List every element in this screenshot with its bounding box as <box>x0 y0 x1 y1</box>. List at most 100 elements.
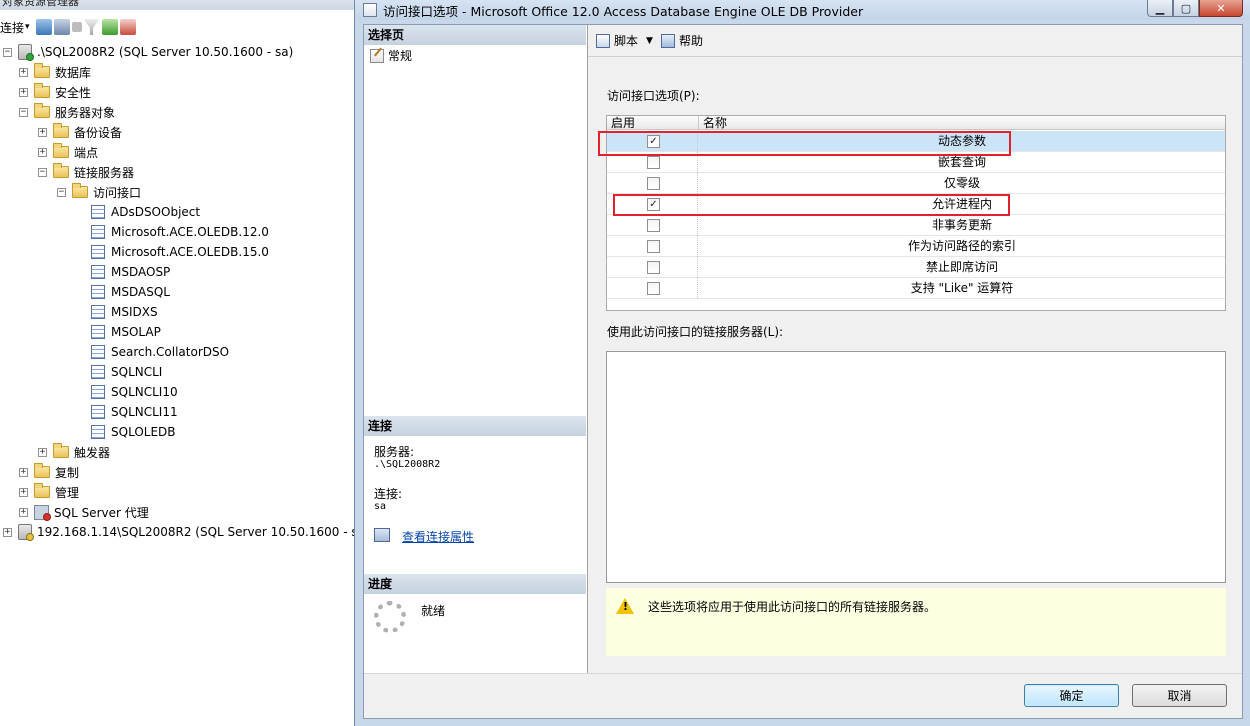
collapse-icon[interactable]: − <box>3 47 12 57</box>
script-button[interactable]: 脚本 <box>596 32 638 49</box>
dialog-left-panel: 选择页 常规 连接 服务器: .\SQL2008R2 连接: sa 查看连接属性… <box>364 25 588 718</box>
dialog-client: 选择页 常规 连接 服务器: .\SQL2008R2 连接: sa 查看连接属性… <box>363 24 1243 719</box>
connect-button[interactable]: 连接 ▾ <box>0 18 30 36</box>
tree-node-provider[interactable]: SQLNCLI11 <box>91 402 178 422</box>
tree-node-label: 服务器对象 <box>55 105 116 120</box>
option-name: 作为访问路径的索引 <box>907 239 1016 253</box>
tree-node-provider[interactable]: MSDASQL <box>91 282 170 302</box>
enable-checkbox[interactable] <box>647 261 660 274</box>
dialog-right-panel: 脚本 ▼ 帮助 访问接口选项(P): 启用 名称 ✓ 动态参数 嵌套查询 仅零级… <box>588 25 1242 673</box>
select-page-header: 选择页 <box>364 25 586 45</box>
provider-icon <box>91 225 105 239</box>
disconnect-icon[interactable] <box>53 19 70 35</box>
help-label: 帮助 <box>678 34 703 48</box>
collapse-icon[interactable]: − <box>19 107 28 117</box>
tree-node-management[interactable]: + 管理 <box>19 482 79 502</box>
tree-node-provider[interactable]: Microsoft.ACE.OLEDB.15.0 <box>91 242 269 262</box>
expand-icon[interactable]: + <box>38 147 47 157</box>
progress-status: 就绪 <box>421 604 446 618</box>
expand-icon[interactable]: + <box>38 447 47 457</box>
tree-node-linked-servers[interactable]: − 链接服务器 <box>38 162 134 182</box>
minimize-button[interactable]: ▁ <box>1147 0 1173 17</box>
maximize-button[interactable]: ▢ <box>1173 0 1199 17</box>
tree-node-server-objects[interactable]: − 服务器对象 <box>19 102 115 122</box>
expand-icon[interactable]: + <box>19 487 28 497</box>
tree-node-server-remote[interactable]: + 192.168.1.14\SQL2008R2 (SQL Server 10.… <box>3 522 356 542</box>
dialog-titlebar[interactable]: 访问接口选项 - Microsoft Office 12.0 Access Da… <box>355 0 1250 20</box>
explorer-title: 对象资源管理器 <box>0 0 356 10</box>
enable-checkbox[interactable] <box>647 177 660 190</box>
close-button[interactable]: ✕ <box>1199 0 1243 17</box>
expand-icon[interactable]: + <box>38 127 47 137</box>
stop-icon[interactable] <box>71 22 82 32</box>
expand-icon[interactable]: + <box>19 67 28 77</box>
tree-node-security[interactable]: + 安全性 <box>19 82 91 102</box>
page-general[interactable]: 常规 <box>370 47 412 64</box>
grid-row[interactable]: 支持 "Like" 运算符 <box>607 278 1225 299</box>
connect-label: 连接 <box>0 20 25 35</box>
tree-node-provider[interactable]: MSDAOSP <box>91 262 170 282</box>
expand-icon[interactable]: + <box>19 467 28 477</box>
cancel-button[interactable]: 取消 <box>1132 684 1227 707</box>
collapse-icon[interactable]: − <box>57 187 66 197</box>
provider-icon <box>91 405 105 419</box>
grid-row[interactable]: 非事务更新 <box>607 215 1225 236</box>
linked-servers-list[interactable] <box>606 351 1226 583</box>
grid-header: 启用 名称 <box>607 116 1225 130</box>
tree-node-server[interactable]: − .\SQL2008R2 (SQL Server 10.50.1600 - s… <box>3 42 293 62</box>
tree-node-label: 数据库 <box>55 65 92 80</box>
tree-node-provider[interactable]: ADsDSOObject <box>91 202 200 222</box>
folder-icon <box>34 103 50 118</box>
expand-icon[interactable]: + <box>3 527 12 537</box>
tree-node-label: MSDAOSP <box>111 265 171 279</box>
tree-node-replication[interactable]: + 复制 <box>19 462 79 482</box>
activity-monitor-icon[interactable] <box>119 19 136 35</box>
tree-node-label: .\SQL2008R2 (SQL Server 10.50.1600 - sa) <box>37 45 294 59</box>
tree-node-provider[interactable]: SQLNCLI <box>91 362 162 382</box>
tree-node-provider[interactable]: MSOLAP <box>91 322 161 342</box>
grid-row[interactable]: 禁止即席访问 <box>607 257 1225 278</box>
tree-node-backup-devices[interactable]: + 备份设备 <box>38 122 122 142</box>
expand-icon[interactable]: + <box>19 87 28 97</box>
connect-server-icon[interactable] <box>35 19 52 35</box>
tree-node-sql-agent[interactable]: + SQL Server 代理 <box>19 502 149 522</box>
tree-node-providers[interactable]: − 访问接口 <box>57 182 141 202</box>
tree-node-label: 链接服务器 <box>74 165 135 180</box>
enable-checkbox[interactable] <box>647 156 660 169</box>
enable-checkbox[interactable] <box>647 219 660 232</box>
ok-button[interactable]: 确定 <box>1024 684 1119 707</box>
grid-row[interactable]: 仅零级 <box>607 173 1225 194</box>
tree-node-provider[interactable]: SQLOLEDB <box>91 422 176 442</box>
tree-node-provider[interactable]: Microsoft.ACE.OLEDB.12.0 <box>91 222 269 242</box>
filter-icon[interactable] <box>83 19 100 35</box>
collapse-icon[interactable]: − <box>38 167 47 177</box>
grid-header-name[interactable]: 名称 <box>703 116 727 130</box>
tree-node-endpoints[interactable]: + 端点 <box>38 142 98 162</box>
expand-icon[interactable]: + <box>19 507 28 517</box>
tree-node-label: MSDASQL <box>111 285 170 299</box>
progress-spinner-icon <box>374 601 406 633</box>
server-icon <box>18 44 34 61</box>
folder-icon <box>34 83 50 98</box>
refresh-icon[interactable] <box>101 19 118 35</box>
grid-header-enabled[interactable]: 启用 <box>611 116 635 130</box>
provider-icon <box>91 285 105 299</box>
enable-checkbox[interactable] <box>647 282 660 295</box>
help-button[interactable]: 帮助 <box>660 32 703 49</box>
tree-node-databases[interactable]: + 数据库 <box>19 62 91 82</box>
tree-node-provider[interactable]: Search.CollatorDSO <box>91 342 229 362</box>
tree-node-triggers[interactable]: + 触发器 <box>38 442 110 462</box>
tree-node-label: 管理 <box>55 485 80 500</box>
linked-servers-label: 使用此访问接口的链接服务器(L): <box>607 325 784 339</box>
script-dropdown[interactable]: ▼ <box>646 36 653 46</box>
view-connection-properties-link[interactable]: 查看连接属性 <box>402 528 474 545</box>
tree-node-provider[interactable]: SQLNCLI10 <box>91 382 178 402</box>
provider-icon <box>91 365 105 379</box>
server-icon <box>18 524 34 541</box>
grid-row[interactable]: 作为访问路径的索引 <box>607 236 1225 257</box>
connection-value: sa <box>374 501 387 512</box>
tree-node-provider[interactable]: MSIDXS <box>91 302 158 322</box>
folder-icon <box>34 463 50 478</box>
enable-checkbox[interactable] <box>647 240 660 253</box>
tree-node-label: SQLNCLI <box>111 365 163 379</box>
